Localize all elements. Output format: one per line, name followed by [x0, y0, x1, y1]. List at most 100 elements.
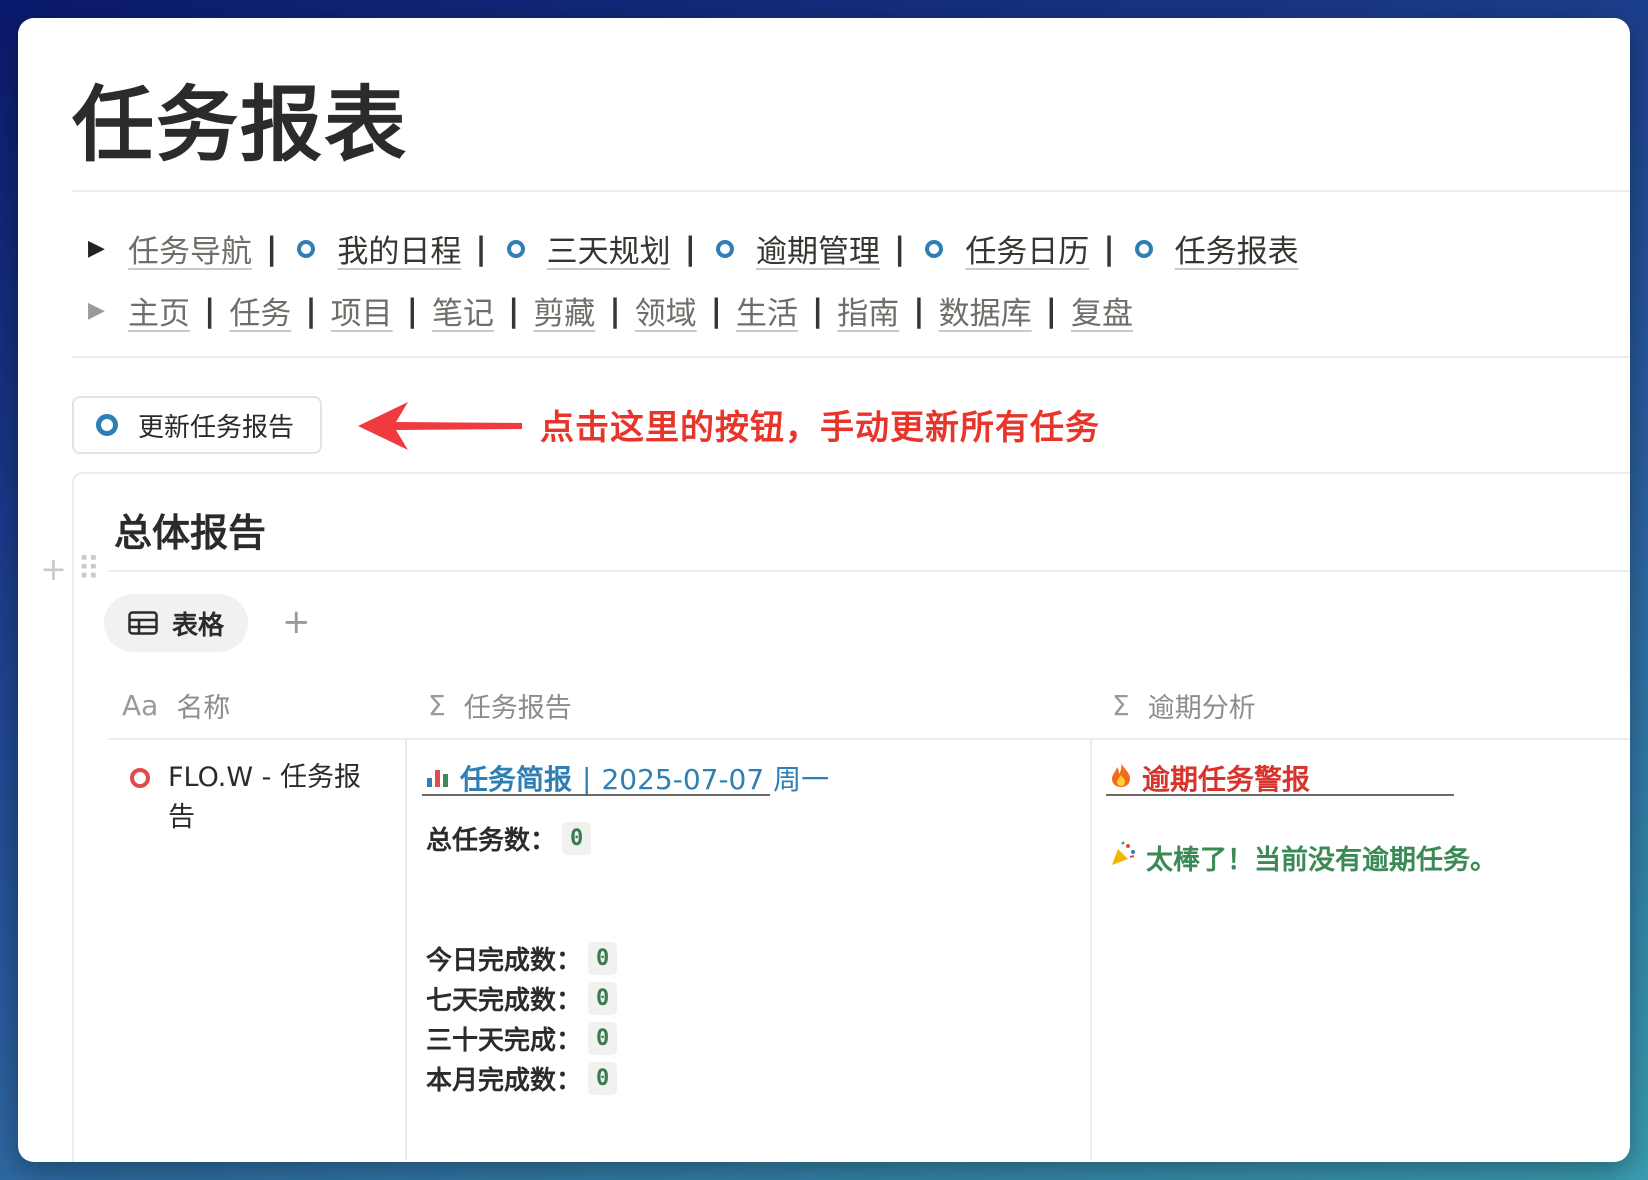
- view-tab-table[interactable]: 表格: [104, 594, 248, 652]
- stat-value: 0: [562, 822, 592, 855]
- nav-separator: |: [507, 292, 520, 329]
- overdue-heading: 逾期任务警报: [1110, 758, 1310, 798]
- nav-link-review[interactable]: 复盘: [1071, 288, 1133, 333]
- nav-separator: |: [1045, 292, 1057, 329]
- annotation-text: 点击这里的按钮，手动更新所有任务: [540, 408, 1100, 448]
- stat-today: 今日完成数： 0: [426, 940, 618, 977]
- nav-separator: |: [406, 292, 418, 329]
- toggle-triangle-icon[interactable]: ▶: [88, 298, 128, 323]
- nav-link-home[interactable]: 主页: [128, 288, 190, 333]
- nav-separator: |: [893, 230, 906, 267]
- nav-link-label[interactable]: 三天规划: [547, 226, 671, 271]
- stat-thirty-days: 三十天完成： 0: [426, 1020, 618, 1057]
- nav-item-three-day-plan[interactable]: 三天规划: [501, 226, 671, 271]
- ring-icon: [96, 414, 118, 436]
- stat-value: 0: [588, 1062, 618, 1095]
- overdue-divider: [1106, 794, 1454, 796]
- task-report-date: 2025-07-07 周一: [601, 763, 830, 796]
- nav-item-overdue-mgmt[interactable]: 逾期管理: [710, 226, 880, 271]
- page-title: 任务报表: [72, 78, 409, 173]
- sigma-icon: Σ: [428, 689, 446, 722]
- nav-row-secondary: ▶ 主页 | 任务 | 项目 | 笔记 | 剪藏 | 领域 | 生活 | 指南 …: [88, 288, 1133, 333]
- update-report-button[interactable]: 更新任务报告: [72, 396, 322, 454]
- overdue-message-text: 太棒了！当前没有逾期任务。: [1146, 845, 1497, 876]
- column-header-name[interactable]: Aa 名称: [122, 686, 230, 725]
- task-report-title: 任务简报: [460, 763, 573, 796]
- nav-separator: |: [609, 292, 621, 329]
- overdue-message: 太棒了！当前没有逾期任务。: [1110, 838, 1497, 877]
- stat-value: 0: [588, 942, 618, 975]
- report-divider: [422, 794, 770, 796]
- nav-separator: |: [913, 292, 925, 329]
- column-header-task-report[interactable]: Σ 任务报告: [428, 686, 572, 725]
- nav-link-guide[interactable]: 指南: [837, 288, 899, 333]
- title-divider: [72, 190, 1630, 192]
- stat-label: 今日完成数：: [426, 946, 583, 976]
- nav-row-primary: ▶ 任务导航 | 我的日程 | 三天规划 | 逾期管理 | 任务日历 | 任务报…: [88, 226, 1299, 271]
- nav-separator: |: [684, 230, 696, 267]
- stat-label: 总任务数：: [426, 826, 557, 856]
- column-divider: [1090, 740, 1092, 1160]
- stat-label: 七天完成数：: [426, 986, 583, 1016]
- ring-icon: [925, 239, 944, 258]
- nav-separator: |: [475, 230, 487, 267]
- stat-value: 0: [588, 1022, 618, 1055]
- table-header-divider: [108, 738, 1630, 740]
- ring-icon: [297, 239, 316, 258]
- nav-link-label[interactable]: 任务报表: [1175, 226, 1299, 271]
- nav-separator: |: [710, 292, 722, 329]
- ring-icon: [1134, 239, 1153, 258]
- stat-seven-days: 七天完成数： 0: [426, 980, 618, 1017]
- fire-icon: [1110, 762, 1132, 795]
- ring-icon: [715, 239, 734, 258]
- nav-item-task-calendar[interactable]: 任务日历: [919, 226, 1089, 271]
- column-header-label: 名称: [176, 693, 231, 724]
- nav-separator: |: [305, 292, 317, 329]
- nav-separator: |: [811, 292, 824, 329]
- app-window: 任务报表 ▶ 任务导航 | 我的日程 | 三天规划 | 逾期管理 | 任务日历 …: [18, 18, 1630, 1162]
- stat-label: 三十天完成：: [426, 1026, 583, 1056]
- table-icon: [128, 611, 158, 635]
- nav-link-label[interactable]: 逾期管理: [756, 226, 880, 271]
- nav-link-life[interactable]: 生活: [736, 288, 798, 333]
- column-header-label: 任务报告: [463, 693, 572, 724]
- add-view-button[interactable]: +: [282, 602, 311, 642]
- nav-link-label[interactable]: 我的日程: [337, 226, 461, 271]
- column-header-label: 逾期分析: [1147, 693, 1256, 724]
- task-report-heading: 任务简报 | 2025-07-07 周一: [426, 758, 829, 798]
- nav-link-database[interactable]: 数据库: [939, 288, 1032, 333]
- view-tab-label: 表格: [172, 610, 225, 641]
- nav-link-notes[interactable]: 笔记: [432, 288, 494, 333]
- section-divider: [108, 570, 1630, 572]
- ring-icon: [130, 768, 150, 788]
- section-title: 总体报告: [114, 511, 267, 555]
- nav-item-my-schedule[interactable]: 我的日程: [291, 226, 461, 271]
- row-name: FLO.W - 任务报告: [168, 762, 361, 833]
- drag-handle-icon[interactable]: + ⠿: [40, 550, 100, 588]
- overdue-title: 逾期任务警报: [1142, 763, 1311, 796]
- stat-label: 本月完成数：: [426, 1066, 583, 1096]
- table-row-name-cell[interactable]: FLO.W - 任务报告: [130, 758, 380, 838]
- nav-separator: |: [204, 292, 216, 329]
- stat-value: 0: [588, 982, 618, 1015]
- nav-link-tasks[interactable]: 任务: [229, 288, 291, 333]
- nav-item-task-report[interactable]: 任务报表: [1129, 226, 1299, 271]
- ring-icon: [506, 239, 525, 258]
- update-button-label: 更新任务报告: [138, 412, 295, 443]
- nav-link-task-nav[interactable]: 任务导航: [128, 226, 252, 271]
- heading-separator: |: [582, 761, 592, 795]
- red-arrow-icon: [358, 402, 522, 450]
- nav-divider: [72, 356, 1630, 358]
- stat-this-month: 本月完成数： 0: [426, 1060, 618, 1097]
- stat-total: 总任务数： 0: [426, 820, 592, 857]
- nav-link-projects[interactable]: 项目: [331, 288, 393, 333]
- toggle-triangle-icon[interactable]: ▶: [88, 236, 128, 261]
- nav-link-label[interactable]: 任务日历: [965, 226, 1089, 271]
- nav-link-clips[interactable]: 剪藏: [533, 288, 595, 333]
- text-type-icon: Aa: [122, 689, 159, 722]
- nav-link-areas[interactable]: 领域: [635, 288, 697, 333]
- column-header-overdue[interactable]: Σ 逾期分析: [1112, 686, 1256, 725]
- sigma-icon: Σ: [1112, 689, 1130, 722]
- nav-separator: |: [266, 230, 278, 267]
- nav-separator: |: [1103, 230, 1115, 267]
